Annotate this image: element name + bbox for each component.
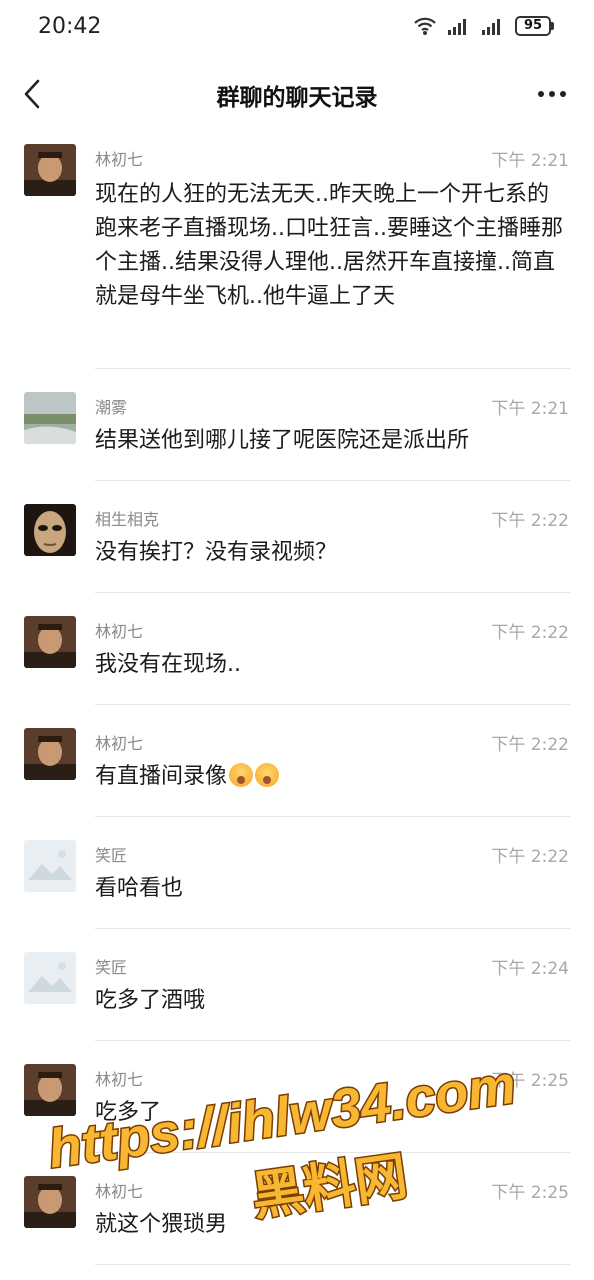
sender-name: 相生相克 [95, 510, 160, 529]
message-time: 下午 2:22 [491, 735, 569, 755]
sender-name: 林初七 [95, 1182, 144, 1201]
sender-name: 笑匠 [95, 958, 128, 977]
message-time: 下午 2:25 [491, 1183, 569, 1203]
wifi-icon [414, 17, 436, 35]
message-text: 看哈看也 [95, 876, 184, 901]
avatar[interactable] [24, 1176, 76, 1228]
message-time: 下午 2:22 [491, 511, 569, 531]
message-time: 下午 2:24 [491, 959, 569, 979]
signal-icon-1 [448, 19, 466, 35]
battery-icon: 95 [515, 16, 554, 36]
more-dots-icon [538, 91, 566, 97]
sender-name: 笑匠 [95, 846, 128, 865]
divider [95, 816, 570, 817]
message-text: 有直播间录像 [95, 764, 228, 789]
battery-level: 95 [515, 16, 551, 36]
divider [95, 1264, 570, 1265]
avatar[interactable] [24, 616, 76, 668]
divider [95, 704, 570, 705]
avatar[interactable] [24, 1064, 76, 1116]
title-bar: 群聊的聊天记录 [0, 58, 594, 130]
message-time: 下午 2:22 [491, 623, 569, 643]
divider [95, 480, 570, 481]
message-time: 下午 2:21 [491, 151, 569, 171]
signal-icon-2 [482, 19, 500, 35]
sender-name: 林初七 [95, 734, 144, 753]
divider [95, 1152, 570, 1153]
avatar[interactable] [24, 728, 76, 780]
message-text: 结果送他到哪儿接了呢医院还是派出所 [95, 428, 470, 453]
status-bar: 20:42 95 [0, 0, 594, 58]
sender-name: 潮雾 [95, 398, 128, 417]
page-title: 群聊的聊天记录 [216, 85, 378, 111]
message-text: 吃多了酒哦 [95, 988, 206, 1013]
message-text: 现在的人狂的无法无天..昨天晚上一个开七系的跑来老子直播现场..口吐狂言..要睡… [95, 182, 563, 309]
avatar[interactable] [24, 840, 76, 892]
sender-name: 林初七 [95, 1070, 144, 1089]
message-text: 我没有在现场.. [95, 652, 241, 677]
message-time: 下午 2:22 [491, 847, 569, 867]
message-text: 就这个猥琐男 [95, 1212, 228, 1237]
sender-name: 林初七 [95, 150, 144, 169]
avatar[interactable] [24, 392, 76, 444]
more-button[interactable] [532, 80, 572, 108]
avatar[interactable] [24, 504, 76, 556]
sender-name: 林初七 [95, 622, 144, 641]
astonished-emoji-icon [229, 763, 254, 787]
avatar[interactable] [24, 952, 76, 1004]
divider [95, 1040, 570, 1041]
divider [95, 592, 570, 593]
astonished-emoji-icon [255, 763, 280, 787]
message-time: 下午 2:25 [491, 1071, 569, 1091]
message-text-row: 有直播间录像 [95, 760, 565, 794]
divider [95, 368, 570, 369]
message-text: 吃多了 [95, 1100, 162, 1125]
message-text: 没有挨打？没有录视频？ [95, 540, 338, 565]
avatar[interactable] [24, 144, 76, 196]
status-icons: 95 [413, 16, 554, 36]
message-time: 下午 2:21 [491, 399, 569, 419]
divider [95, 928, 570, 929]
status-time: 20:42 [38, 14, 102, 39]
